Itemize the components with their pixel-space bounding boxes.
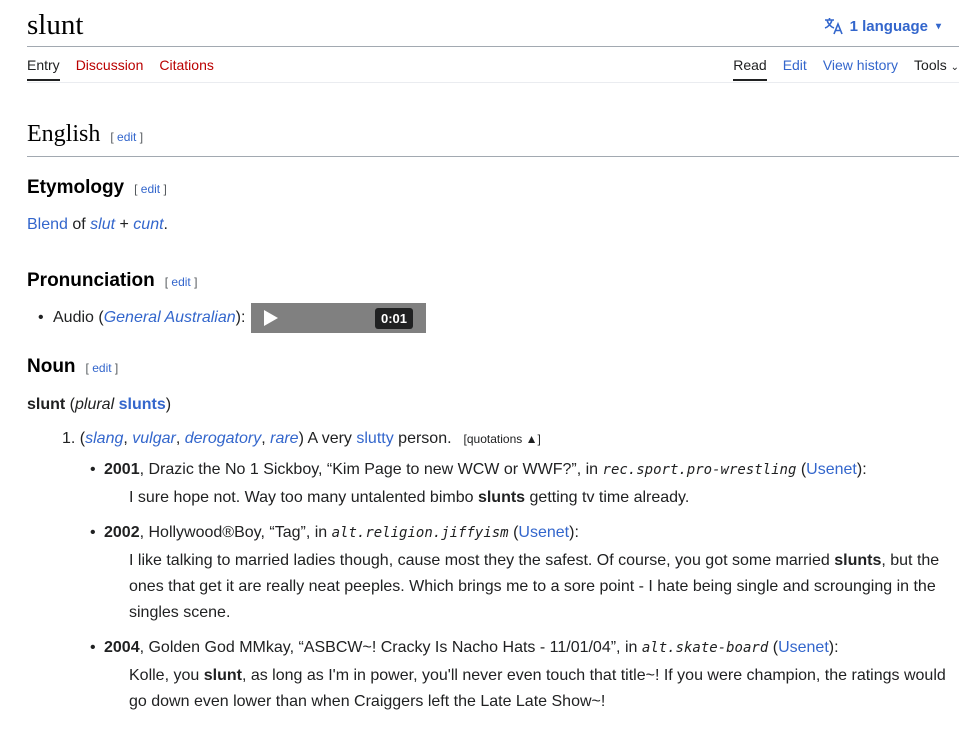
tab-citations[interactable]: Citations [159,57,213,81]
source-open: ( [796,461,807,478]
blend-link[interactable]: Blend [27,216,68,233]
quotation-citation: 2001, Drazic the No 1 Sickboy, “Kim Page… [90,461,867,479]
quotation-text-post: getting tv time already. [525,489,690,506]
source-close: ): [856,461,867,478]
slut-link[interactable]: slut [90,216,115,233]
noun-heading-label: Noun [27,356,76,377]
source-open: ( [768,639,779,656]
tab-view-history[interactable]: View history [823,57,898,81]
usenet-link[interactable]: Usenet [518,524,569,541]
language-button-label: 1 language [849,17,928,35]
quotation-text-pre: I like talking to married ladies though,… [129,552,835,569]
edit-section-link: [ edit ] [134,182,167,196]
audio-player: 0:01 [251,303,426,333]
headword-line: slunt (plural slunts) [27,396,171,414]
quotation-citation: 2004, Golden God MMkay, “ASBCW~! Cracky … [90,639,839,657]
namespace-tabs: Entry Discussion Citations [27,57,230,81]
label-vulgar-link[interactable]: vulgar [132,430,176,447]
audio-label-row: Audio (General Australian): [53,309,245,327]
source-close: ): [569,524,579,541]
quotation-text: I like talking to married ladies though,… [129,548,959,626]
quotation-text: Kolle, you slunt, as long as I'm in powe… [129,663,959,715]
tab-read[interactable]: Read [733,57,767,81]
quotation-text-post: , as long as I'm in power, you'll never … [129,667,946,710]
etymology-heading: Etymology [ edit ] [27,177,167,199]
quotations-toggle[interactable]: [quotations ▲] [464,432,541,446]
edit-link[interactable]: edit [117,130,136,144]
edit-section-link: [ edit ] [85,361,119,375]
edit-section-link: [ edit ] [164,275,198,289]
language-button[interactable]: 1 language ▾ [824,17,941,35]
usenet-group: rec.sport.pro-wrestling [602,462,797,478]
quotation-author: , Golden God MMkay, “ASBCW~! Cracky Is N… [139,639,642,656]
headword: slunt [27,396,66,413]
label-derogatory-link[interactable]: derogatory [185,430,262,447]
quotation-headword: slunt [203,667,242,684]
chevron-down-icon: ⌄ [950,62,959,73]
language-heading-label: English [27,121,101,147]
label-slang-link[interactable]: slang [85,430,123,447]
translate-icon [824,18,843,35]
language-divider [27,156,959,157]
tab-discussion[interactable]: Discussion [76,57,144,81]
quotation-year: 2002 [104,524,140,541]
title-divider [27,46,959,47]
bullet: • [38,309,44,326]
definition-post: person. [393,430,452,447]
quotation-text-pre: Kolle, you [129,667,204,684]
usenet-link[interactable]: Usenet [778,639,829,656]
etymology-end: . [163,216,168,233]
tabs-divider [27,82,959,83]
accent-link[interactable]: General Australian [104,309,236,326]
etymology-plus: + [115,216,134,233]
tab-tools-label: Tools [914,57,947,73]
pronunciation-heading-label: Pronunciation [27,270,155,291]
sense-1: 1. (slang, vulgar, derogatory, rare) A v… [62,430,541,447]
usenet-group: alt.religion.jiffyism [331,525,509,541]
quotation-year: 2001 [104,461,140,478]
view-tabs: Read Edit View history Tools ⌄ [717,57,959,81]
cunt-link[interactable]: cunt [133,216,163,233]
quotation-text-pre: I sure hope not. Way too many untalented… [129,489,478,506]
edit-section-link: [ edit ] [110,130,144,144]
tab-entry[interactable]: Entry [27,57,60,81]
audio-label-end: ): [235,309,246,326]
slutty-link[interactable]: slutty [356,430,393,447]
language-heading: English [ edit ] [27,121,143,148]
etymology-text: Blend of slut + cunt. [27,216,168,234]
plural-close: ) [165,396,172,413]
audio-duration: 0:01 [374,308,413,329]
noun-heading: Noun [ edit ] [27,356,118,378]
quotation-author: , Hollywood®Boy, “Tag”, in [139,524,332,541]
tab-tools[interactable]: Tools ⌄ [914,57,959,81]
quotation-text: I sure hope not. Way too many untalented… [129,485,959,511]
play-icon[interactable] [264,310,278,326]
plural-link[interactable]: slunts [119,396,166,413]
edit-link[interactable]: edit [92,361,111,375]
etymology-of: of [67,216,91,233]
edit-link[interactable]: edit [141,182,160,196]
audio-label: Audio ( [53,309,104,326]
chevron-down-icon: ▾ [935,20,941,32]
tab-edit[interactable]: Edit [783,57,807,81]
usenet-group: alt.skate-board [641,640,769,656]
source-close: ): [828,639,839,656]
plural-open: ( [65,396,75,413]
label-rare-link[interactable]: rare [270,430,298,447]
quotation-author: , Drazic the No 1 Sickboy, “Kim Page to … [139,461,603,478]
plural-label: plural [75,396,115,413]
source-open: ( [508,524,519,541]
quotation-citation: 2002, Hollywood®Boy, “Tag”, in alt.relig… [90,524,579,542]
quotation-headword: slunts [834,552,882,569]
usenet-link[interactable]: Usenet [806,461,857,478]
etymology-heading-label: Etymology [27,177,125,198]
page-title: slunt [27,9,84,41]
quotation-headword: slunts [477,489,526,506]
quotation-year: 2004 [104,639,140,656]
edit-link[interactable]: edit [171,275,190,289]
sense-number: 1. [62,430,76,447]
pronunciation-heading: Pronunciation [ edit ] [27,270,197,292]
definition-pre: ) A very [298,430,357,447]
